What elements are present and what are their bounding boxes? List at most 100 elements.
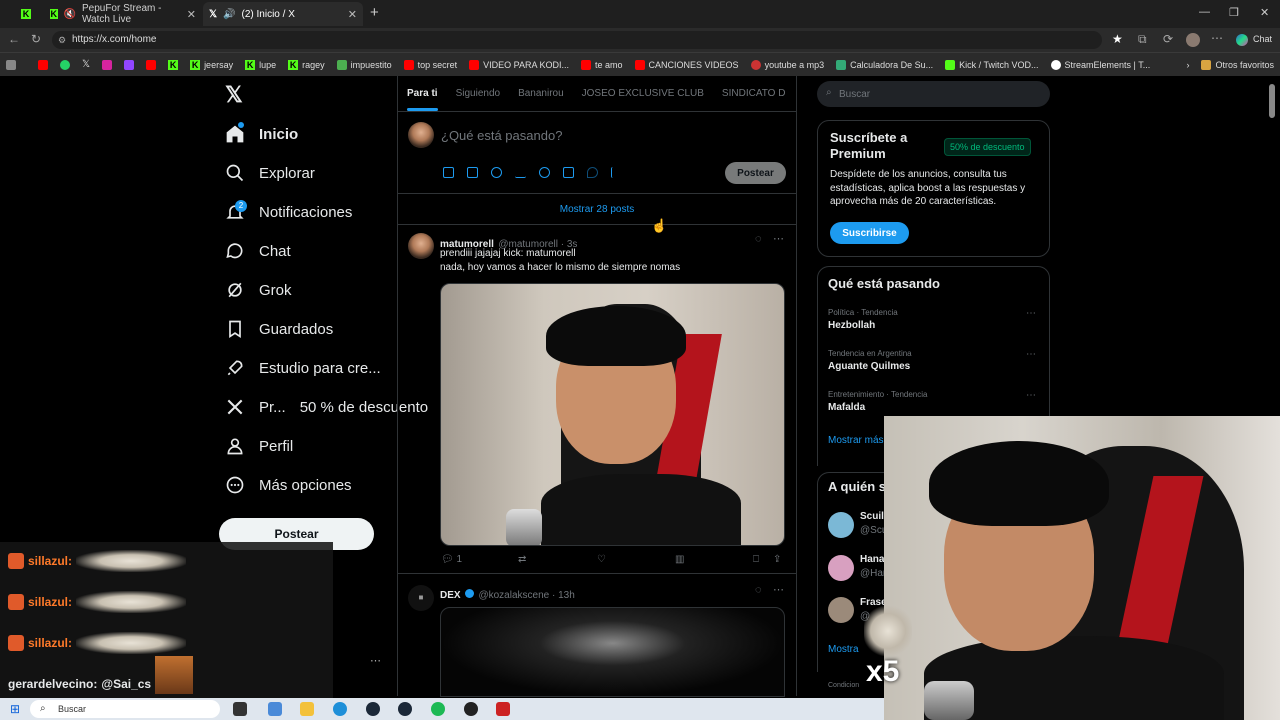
- favorite-star-icon[interactable]: ★: [1112, 32, 1123, 46]
- nav-profile[interactable]: Perfil: [225, 436, 293, 456]
- obs-icon[interactable]: [464, 702, 478, 716]
- nav-chat[interactable]: Chat: [225, 241, 291, 261]
- tab-following[interactable]: Siguiendo: [447, 88, 509, 99]
- like-icon[interactable]: ♡: [597, 554, 606, 565]
- bookmark-item[interactable]: Kragey: [282, 59, 331, 70]
- restore-icon[interactable]: ❐: [1229, 6, 1239, 19]
- trends-show-more[interactable]: Mostrar más: [828, 435, 884, 446]
- more-menu-icon[interactable]: ⋯: [1211, 31, 1223, 45]
- bookmark-x-icon[interactable]: 𝕏: [76, 59, 96, 70]
- user-avatar[interactable]: [408, 122, 434, 148]
- widgets-icon[interactable]: [268, 702, 282, 716]
- copilot-taskbar-icon[interactable]: [366, 702, 380, 716]
- subscribe-button[interactable]: Suscribirse: [830, 222, 909, 244]
- reply-icon[interactable]: 💬︎ 1: [441, 554, 462, 565]
- file-explorer-icon[interactable]: [300, 702, 314, 716]
- bookmark-item[interactable]: VIDEO PARA KODI...: [463, 59, 575, 70]
- compose-input[interactable]: ¿Qué está pasando?: [441, 128, 562, 143]
- nav-more[interactable]: Más opciones: [225, 475, 352, 495]
- extensions-icon[interactable]: ⧉: [1138, 32, 1147, 47]
- other-favorites[interactable]: Otros favoritos: [1195, 59, 1280, 70]
- mute-icon[interactable]: 🔇: [64, 9, 76, 20]
- bookmark-item[interactable]: Calculadora De Su...: [830, 59, 939, 70]
- repost-icon[interactable]: ⇄: [518, 554, 526, 565]
- nav-creator-studio[interactable]: Estudio para cre...: [225, 358, 381, 378]
- nav-bookmarks[interactable]: Guardados: [225, 319, 333, 339]
- bookmark-youtube-icon[interactable]: [32, 59, 54, 70]
- bookmark-folder-icon[interactable]: [0, 59, 32, 70]
- close-tab-icon[interactable]: ✕: [187, 8, 196, 21]
- tab-for-you[interactable]: Para ti: [398, 88, 447, 111]
- grok-explain-icon[interactable]: ◌: [755, 233, 762, 245]
- suggested-name[interactable]: Scuil: [860, 511, 884, 522]
- tab-list[interactable]: Bananirou: [509, 88, 573, 99]
- account-more-icon[interactable]: ⋯: [370, 654, 381, 667]
- tweet-avatar[interactable]: [408, 233, 434, 259]
- bookmark-item[interactable]: Kjeersay: [184, 59, 239, 70]
- poll-icon[interactable]: [515, 167, 526, 178]
- site-info-icon[interactable]: ⚙: [58, 31, 66, 49]
- bookmark-item[interactable]: top secret: [398, 59, 464, 70]
- trend-item[interactable]: Política · Tendencia Hezbollah: [828, 308, 898, 331]
- nav-explore[interactable]: Explorar: [225, 163, 315, 183]
- trend-more-icon[interactable]: ⋯: [1026, 390, 1036, 401]
- steam-icon[interactable]: [398, 702, 412, 716]
- more-options-icon[interactable]: ⋯: [773, 232, 784, 245]
- views-icon[interactable]: ▥: [675, 554, 684, 565]
- share-icon[interactable]: ⇪: [773, 554, 781, 565]
- copilot-icon[interactable]: [1236, 34, 1248, 46]
- suggested-avatar[interactable]: [828, 555, 854, 581]
- bookmark-whatsapp-icon[interactable]: [54, 59, 76, 70]
- grok-explain-icon[interactable]: ◌: [755, 584, 762, 596]
- task-view-icon[interactable]: [233, 702, 247, 716]
- reload-icon[interactable]: ↻: [31, 32, 41, 46]
- new-tab-icon[interactable]: +: [370, 4, 379, 21]
- who-show-more[interactable]: Mostra: [828, 644, 859, 655]
- bookmark-instagram-icon[interactable]: [96, 59, 118, 70]
- window-close-icon[interactable]: ✕: [1260, 6, 1269, 19]
- speaker-icon[interactable]: 🔊: [223, 9, 235, 20]
- trend-item[interactable]: Tendencia en Argentina Aguante Quilmes: [828, 349, 912, 372]
- tweet-avatar[interactable]: ◼: [408, 585, 434, 611]
- tweet-handle[interactable]: @kozalakscene · 13h: [478, 590, 574, 601]
- x-logo-icon[interactable]: 𝕏: [225, 82, 243, 108]
- bookmark-youtube2-icon[interactable]: [140, 59, 162, 70]
- bookmark-item[interactable]: Klupe: [239, 59, 282, 70]
- grok-icon[interactable]: [491, 167, 502, 178]
- profile-avatar[interactable]: [1186, 33, 1200, 47]
- trend-more-icon[interactable]: ⋯: [1026, 349, 1036, 360]
- show-new-posts[interactable]: Mostrar 28 posts: [397, 193, 797, 225]
- emoji-icon[interactable]: [539, 167, 550, 178]
- gif-icon[interactable]: [467, 167, 478, 178]
- bookmark-item[interactable]: impuestito: [331, 59, 398, 70]
- nav-home[interactable]: Inicio: [225, 124, 298, 144]
- back-icon[interactable]: ←: [8, 32, 20, 46]
- taskbar-search[interactable]: ⌕ Buscar: [30, 700, 220, 718]
- tweet-media-image[interactable]: [440, 283, 785, 546]
- tweet-author-name[interactable]: DEX: [440, 590, 461, 601]
- more-options-icon[interactable]: ⋯: [773, 583, 784, 596]
- windows-start-icon[interactable]: ⊞: [10, 702, 20, 716]
- video-app-icon[interactable]: [496, 702, 510, 716]
- url-field[interactable]: ⚙ https://x.com/home: [52, 31, 1102, 49]
- schedule-icon[interactable]: [563, 167, 574, 178]
- compose-post-button[interactable]: Postear: [725, 162, 786, 184]
- tab-kick-stream[interactable]: K 🔇 PepuFor Stream - Watch Live ✕: [44, 2, 202, 26]
- tweet-media-image[interactable]: [440, 607, 785, 697]
- bookmark-item[interactable]: StreamElements | T...: [1045, 59, 1157, 70]
- page-scrollbar-thumb[interactable]: [1269, 84, 1275, 118]
- suggested-avatar[interactable]: [828, 512, 854, 538]
- nav-grok[interactable]: Grok: [225, 280, 292, 300]
- search-input[interactable]: ⌕ Buscar: [817, 81, 1050, 107]
- bookmark-overflow-icon[interactable]: ›: [1180, 60, 1195, 70]
- spotify-icon[interactable]: [431, 702, 445, 716]
- bookmark-twitch-icon[interactable]: [118, 59, 140, 70]
- kick-favicon-icon[interactable]: K: [21, 9, 31, 19]
- bookmark-icon[interactable]: ⎕: [753, 554, 759, 565]
- minimize-icon[interactable]: —: [1199, 6, 1210, 18]
- copilot-chat-label[interactable]: Chat: [1253, 34, 1272, 44]
- bookmark-item[interactable]: Kick / Twitch VOD...: [939, 59, 1044, 70]
- bookmark-item[interactable]: CANCIONES VIDEOS: [629, 59, 745, 70]
- tab-list[interactable]: JOSEO EXCLUSIVE CLUB: [573, 88, 713, 99]
- trend-more-icon[interactable]: ⋯: [1026, 308, 1036, 319]
